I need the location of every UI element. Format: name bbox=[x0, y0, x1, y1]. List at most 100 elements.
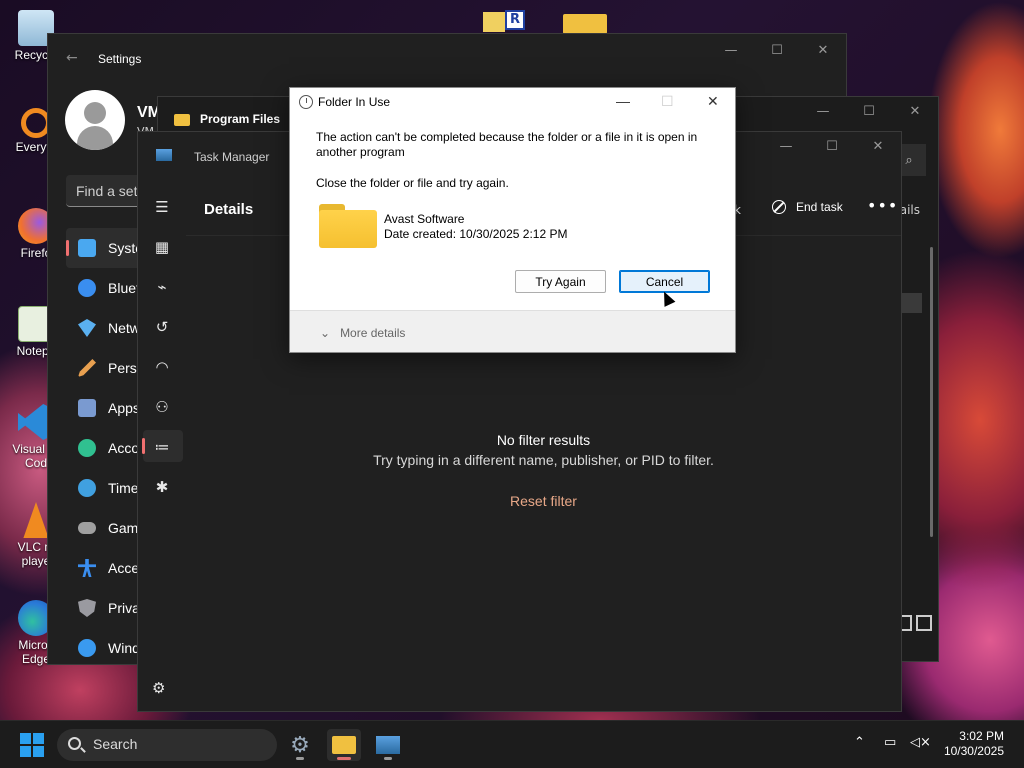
task-manager-title: Task Manager bbox=[194, 150, 270, 164]
back-arrow-icon[interactable]: ← bbox=[66, 50, 78, 66]
start-button[interactable] bbox=[20, 733, 44, 757]
taskbar-task-manager-app[interactable] bbox=[371, 729, 405, 761]
folder-icon bbox=[563, 14, 607, 34]
windows-logo-tile bbox=[20, 733, 31, 744]
minimize-button[interactable]: — bbox=[708, 36, 754, 64]
minimize-button[interactable]: — bbox=[800, 97, 846, 125]
dialog-message: The action can't be completed because th… bbox=[316, 130, 698, 159]
task-manager-icon bbox=[376, 736, 400, 754]
folder-in-use-dialog[interactable]: Folder In Use — ☐ ✕ The action can't be … bbox=[289, 87, 736, 353]
services-icon[interactable]: ✱ bbox=[150, 475, 174, 499]
settings-nav-windows-update[interactable]: Wind bbox=[66, 628, 146, 668]
try-again-button[interactable]: Try Again bbox=[515, 270, 606, 293]
settings-nav-privacy[interactable]: Priva bbox=[66, 588, 146, 628]
close-button[interactable]: ✕ bbox=[800, 36, 846, 64]
clock-time: 3:02 PM bbox=[959, 729, 1004, 743]
performance-icon[interactable]: ⌁ bbox=[150, 275, 174, 299]
end-task-icon bbox=[772, 200, 786, 214]
settings-nav: Syste Bluet Netw Perso Apps Acco Time Ga… bbox=[66, 228, 146, 668]
gear-icon[interactable]: ⚙ bbox=[152, 679, 165, 697]
clock-icon bbox=[299, 95, 313, 109]
folder-icon bbox=[319, 204, 377, 248]
avatar[interactable] bbox=[65, 90, 125, 150]
task-manager-logo-icon bbox=[156, 149, 172, 161]
settings-nav-network[interactable]: Netw bbox=[66, 308, 146, 348]
more-details-toggle[interactable]: ⌄ More details bbox=[320, 326, 405, 340]
details-fragment[interactable]: ails bbox=[900, 203, 920, 217]
hamburger-menu-icon[interactable]: ☰ bbox=[150, 195, 174, 219]
minimize-button[interactable]: — bbox=[616, 93, 630, 109]
users-icon[interactable]: ⚇ bbox=[150, 395, 174, 419]
tiles-view-icon[interactable] bbox=[916, 615, 932, 631]
gear-icon: ⚙ bbox=[290, 732, 310, 758]
folder-icon-body bbox=[319, 210, 377, 248]
settings-nav-time[interactable]: Time bbox=[66, 468, 146, 508]
scrollbar[interactable] bbox=[930, 247, 933, 537]
settings-nav-accessibility[interactable]: Acce bbox=[66, 548, 146, 588]
end-task-button[interactable]: End task bbox=[772, 200, 843, 214]
wifi-icon bbox=[78, 319, 96, 337]
windows-logo-tile bbox=[20, 746, 31, 757]
settings-nav-accounts[interactable]: Acco bbox=[66, 428, 146, 468]
desktop-folder-icon-2[interactable] bbox=[563, 8, 607, 34]
r-app-icon: R bbox=[505, 10, 525, 30]
dialog-instruction: Close the folder or file and try again. bbox=[316, 176, 509, 190]
app-history-icon[interactable]: ↺ bbox=[150, 315, 174, 339]
chevron-up-icon[interactable]: ⌃ bbox=[854, 735, 865, 750]
selected-row[interactable] bbox=[902, 293, 922, 313]
cancel-button[interactable]: Cancel bbox=[619, 270, 710, 293]
empty-state-subtitle: Try typing in a different name, publishe… bbox=[373, 452, 714, 468]
close-button[interactable]: ✕ bbox=[892, 97, 938, 125]
running-indicator bbox=[384, 757, 392, 760]
close-button[interactable]: ✕ bbox=[707, 93, 719, 110]
reset-filter-link[interactable]: Reset filter bbox=[186, 493, 901, 509]
settings-nav-personalization[interactable]: Perso bbox=[66, 348, 146, 388]
taskbar: Search ⚙ ⌃ ▭ ◁× 3:02 PM 10/30/2025 bbox=[0, 720, 1024, 768]
desktop-folder-icon[interactable]: R bbox=[483, 8, 525, 34]
taskbar-file-explorer-app[interactable] bbox=[327, 729, 361, 761]
shield-icon bbox=[78, 599, 96, 617]
taskbar-settings-app[interactable]: ⚙ bbox=[283, 729, 317, 761]
close-button[interactable]: ✕ bbox=[855, 132, 901, 160]
settings-nav-apps[interactable]: Apps bbox=[66, 388, 146, 428]
windows-logo-tile bbox=[33, 733, 44, 744]
time-language-icon bbox=[78, 479, 96, 497]
volume-muted-icon[interactable]: ◁× bbox=[910, 735, 931, 750]
system-icon bbox=[78, 239, 96, 257]
processes-icon[interactable]: ▦ bbox=[150, 235, 174, 259]
settings-nav-system[interactable]: Syste bbox=[66, 228, 146, 268]
settings-title: Settings bbox=[98, 52, 142, 66]
dialog-title: Folder In Use bbox=[318, 95, 391, 109]
accessibility-icon bbox=[78, 559, 96, 577]
taskbar-search-box[interactable]: Search bbox=[57, 729, 277, 761]
maximize-button[interactable]: ☐ bbox=[809, 132, 855, 160]
folder-date-created: Date created: 10/30/2025 2:12 PM bbox=[384, 227, 568, 241]
startup-apps-icon[interactable]: ◠ bbox=[150, 355, 174, 379]
windows-logo-tile bbox=[33, 746, 44, 757]
settings-nav-gaming[interactable]: Gam bbox=[66, 508, 146, 548]
empty-state-title: No filter results bbox=[496, 432, 591, 448]
accounts-icon bbox=[78, 439, 96, 457]
maximize-button[interactable]: ☐ bbox=[754, 36, 800, 64]
running-indicator bbox=[337, 757, 351, 760]
minimize-button[interactable]: — bbox=[763, 132, 809, 160]
task-manager-nav-rail: ☰ ▦ ⌁ ↺ ◠ ⚇ ≔ ✱ ⚙ bbox=[138, 132, 186, 711]
more-details-label: More details bbox=[340, 326, 406, 340]
brush-icon bbox=[78, 359, 96, 377]
windows-update-icon bbox=[78, 639, 96, 657]
folder-icon bbox=[483, 12, 505, 32]
find-setting-input[interactable]: Find a setti bbox=[66, 175, 144, 207]
taskbar-clock[interactable]: 3:02 PM 10/30/2025 bbox=[944, 729, 1004, 759]
network-icon[interactable]: ▭ bbox=[884, 735, 896, 750]
settings-nav-bluetooth[interactable]: Bluet bbox=[66, 268, 146, 308]
running-indicator bbox=[296, 757, 304, 760]
more-options-icon[interactable]: ••• bbox=[867, 196, 898, 215]
dialog-titlebar: Folder In Use — ☐ ✕ bbox=[290, 88, 735, 116]
details-icon[interactable]: ≔ bbox=[150, 435, 174, 459]
dialog-footer: ⌄ More details bbox=[290, 310, 735, 352]
explorer-window-controls: — ☐ ✕ bbox=[800, 97, 938, 125]
bluetooth-icon bbox=[78, 279, 96, 297]
apps-icon bbox=[78, 399, 96, 417]
search-icon bbox=[68, 737, 81, 750]
maximize-button[interactable]: ☐ bbox=[846, 97, 892, 125]
